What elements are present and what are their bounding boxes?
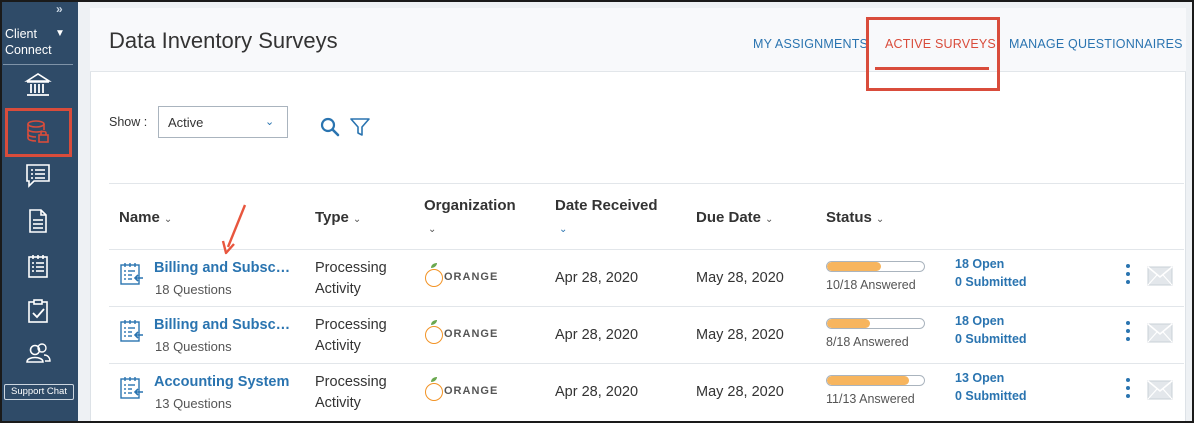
progress-bar bbox=[826, 318, 925, 329]
column-header-date-received[interactable]: Date Received bbox=[555, 197, 658, 214]
more-options-icon[interactable] bbox=[1126, 321, 1132, 345]
answered-count: 11/13 Answered bbox=[826, 392, 915, 406]
mail-icon[interactable] bbox=[1147, 323, 1173, 343]
survey-type-line2: Activity bbox=[315, 395, 361, 411]
mail-icon[interactable] bbox=[1147, 380, 1173, 400]
sidebar-item-bank[interactable] bbox=[22, 70, 54, 100]
organization-name: ORANGE bbox=[444, 271, 499, 283]
submitted-count-link[interactable]: 0 Submitted bbox=[955, 275, 1027, 289]
table-row: Billing and Subscriptions 18 Questions P… bbox=[0, 307, 1194, 364]
leaf-icon bbox=[431, 377, 437, 382]
tab-my-assignments[interactable]: MY ASSIGNMENTS bbox=[753, 37, 868, 51]
column-header-type[interactable]: Type ⌄ bbox=[315, 209, 361, 226]
open-count-link[interactable]: 18 Open bbox=[955, 314, 1004, 328]
collapse-sidebar-icon[interactable]: » bbox=[56, 3, 70, 15]
survey-type-line1: Processing bbox=[315, 260, 387, 276]
answered-count: 8/18 Answered bbox=[826, 335, 909, 349]
sidebar-item-list[interactable] bbox=[22, 160, 54, 190]
column-header-status[interactable]: Status ⌄ bbox=[826, 209, 884, 226]
chevron-down-icon: ⌄ bbox=[163, 214, 173, 225]
survey-document-icon bbox=[120, 377, 143, 399]
survey-type-line1: Processing bbox=[315, 317, 387, 333]
organization-logo: ORANGE bbox=[424, 262, 499, 290]
leaf-icon bbox=[431, 320, 437, 325]
answered-count: 10/18 Answered bbox=[826, 278, 916, 292]
chevron-down-icon: ⌄ bbox=[765, 214, 774, 225]
survey-name-link[interactable]: Billing and Subscriptions bbox=[154, 260, 292, 276]
client-label-line2: Connect bbox=[5, 43, 52, 57]
progress-bar-fill bbox=[827, 376, 910, 385]
date-received: Apr 28, 2020 bbox=[555, 384, 639, 400]
due-date: May 28, 2020 bbox=[696, 327, 784, 343]
chevron-down-icon[interactable]: ⌄ bbox=[428, 224, 436, 235]
date-received: Apr 28, 2020 bbox=[555, 327, 639, 343]
table-row: Billing and Subscriptions 18 Questions P… bbox=[0, 250, 1194, 307]
progress-bar-fill bbox=[827, 262, 881, 271]
progress-bar bbox=[826, 261, 925, 272]
survey-type-line1: Processing bbox=[315, 374, 387, 390]
orange-logo-icon bbox=[425, 383, 443, 401]
show-label: Show : bbox=[109, 115, 148, 129]
survey-name-link[interactable]: Accounting System bbox=[154, 374, 292, 390]
due-date: May 28, 2020 bbox=[696, 270, 784, 286]
search-icon[interactable] bbox=[320, 117, 340, 137]
column-header-due-date[interactable]: Due Date ⌄ bbox=[696, 209, 773, 226]
annotation-arrow-icon bbox=[221, 204, 247, 255]
organization-logo: ORANGE bbox=[424, 319, 499, 347]
submitted-count-link[interactable]: 0 Submitted bbox=[955, 332, 1027, 346]
open-count-link[interactable]: 18 Open bbox=[955, 257, 1004, 271]
question-count: 13 Questions bbox=[155, 396, 232, 411]
chevron-down-icon: ⌄ bbox=[875, 214, 885, 225]
chevron-down-icon: ⌄ bbox=[352, 214, 362, 225]
column-header-organization[interactable]: Organization bbox=[424, 197, 516, 214]
database-lock-icon bbox=[27, 120, 49, 143]
orange-logo-icon bbox=[425, 269, 443, 287]
survey-type: Processing Activity bbox=[315, 372, 387, 414]
chevron-down-icon: ⌄ bbox=[265, 116, 275, 128]
client-connect-menu[interactable]: Client Connect ▼ bbox=[5, 26, 75, 58]
tab-manage-questionnaires[interactable]: MANAGE QUESTIONNAIRES bbox=[1009, 37, 1183, 51]
table-row: Accounting System 13 Questions Processin… bbox=[0, 364, 1194, 421]
survey-document-icon bbox=[120, 263, 143, 285]
survey-type-line2: Activity bbox=[315, 338, 361, 354]
date-received: Apr 28, 2020 bbox=[555, 270, 639, 286]
organization-name: ORANGE bbox=[444, 328, 499, 340]
survey-type: Processing Activity bbox=[315, 315, 387, 357]
question-count: 18 Questions bbox=[155, 282, 232, 297]
table-top-divider bbox=[109, 183, 1184, 184]
orange-logo-icon bbox=[425, 326, 443, 344]
question-count: 18 Questions bbox=[155, 339, 232, 354]
sidebar-item-document[interactable] bbox=[22, 206, 54, 236]
show-select[interactable]: Active ⌄ bbox=[158, 106, 288, 138]
sidebar-divider bbox=[3, 64, 73, 65]
chevron-down-icon[interactable]: ⌄ bbox=[559, 224, 567, 235]
leaf-icon bbox=[431, 263, 437, 268]
mail-icon[interactable] bbox=[1147, 266, 1173, 286]
column-header-name[interactable]: Name ⌄ bbox=[119, 209, 172, 226]
list-message-icon bbox=[26, 164, 50, 188]
submitted-count-link[interactable]: 0 Submitted bbox=[955, 389, 1027, 403]
progress-bar-fill bbox=[827, 319, 871, 328]
filter-icon[interactable] bbox=[349, 116, 371, 138]
organization-logo: ORANGE bbox=[424, 376, 499, 404]
survey-name-link[interactable]: Billing and Subscriptions bbox=[154, 317, 292, 333]
chevron-down-icon: ▼ bbox=[55, 28, 65, 39]
bank-icon bbox=[24, 73, 52, 96]
survey-type: Processing Activity bbox=[315, 258, 387, 300]
due-date: May 28, 2020 bbox=[696, 384, 784, 400]
more-options-icon[interactable] bbox=[1126, 264, 1132, 288]
progress-bar bbox=[826, 375, 925, 386]
page-title: Data Inventory Surveys bbox=[109, 28, 338, 53]
open-count-link[interactable]: 13 Open bbox=[955, 371, 1004, 385]
survey-type-line2: Activity bbox=[315, 281, 361, 297]
survey-document-icon bbox=[120, 320, 143, 342]
show-select-value: Active bbox=[168, 115, 204, 130]
document-icon bbox=[29, 209, 47, 233]
more-options-icon[interactable] bbox=[1126, 378, 1132, 402]
sidebar-item-data-inventory[interactable] bbox=[22, 117, 54, 147]
tab-highlight-box bbox=[866, 17, 1000, 91]
organization-name: ORANGE bbox=[444, 385, 499, 397]
